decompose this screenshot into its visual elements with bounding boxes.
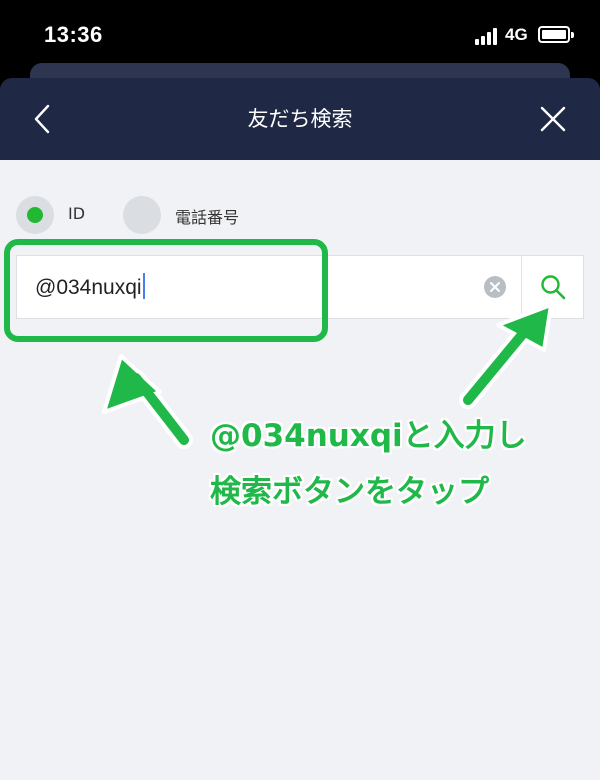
radio-label-id: ID [68, 204, 86, 223]
search-input-value[interactable]: @034nuxqi [35, 273, 145, 300]
battery-icon [538, 26, 574, 43]
search-input-text: @034nuxqi [35, 276, 142, 299]
status-time: 13:36 [44, 22, 103, 47]
modal-header: 友だち検索 [0, 78, 600, 160]
annotation-line-1: @034nuxqiと入力し [210, 418, 527, 454]
radio-label-phone-number: 電話番号 [175, 208, 240, 227]
clear-circle-icon[interactable] [484, 276, 506, 298]
status-bar: 13:36 4G [0, 0, 600, 62]
radio-phone-number[interactable] [123, 196, 161, 234]
search-icon[interactable] [539, 273, 567, 301]
radio-id[interactable] [16, 196, 54, 234]
network-type: 4G [505, 25, 528, 44]
chevron-left-icon[interactable] [30, 104, 56, 134]
close-icon[interactable] [538, 104, 568, 134]
page-title: 友だち検索 [247, 107, 353, 131]
annotation-line-2: 検索ボタンをタップ [210, 474, 489, 510]
text-caret [142, 273, 145, 299]
search-input[interactable]: @034nuxqi [16, 255, 584, 319]
search-divider [521, 256, 522, 318]
cellular-signal-icon [475, 27, 501, 45]
